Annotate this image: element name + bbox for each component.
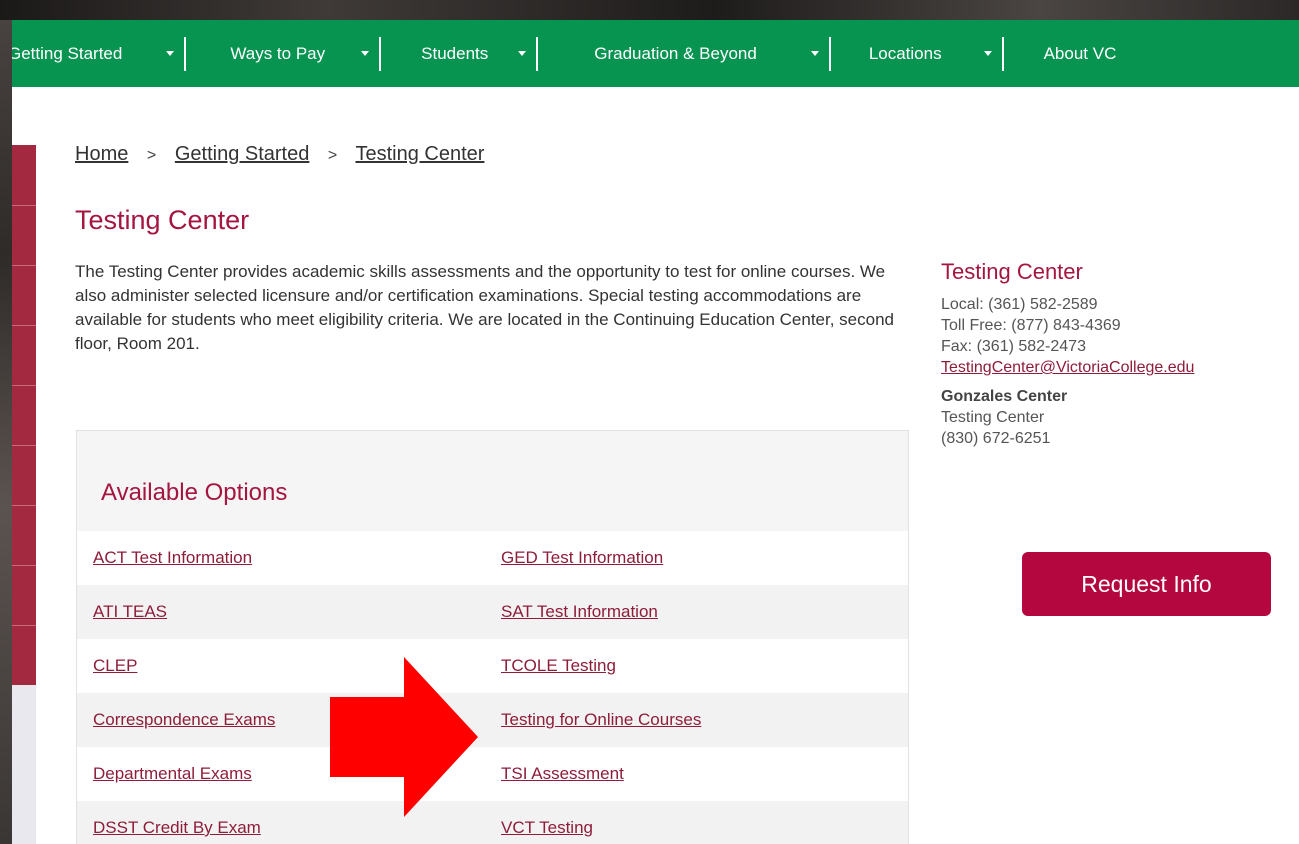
table-cell: GED Test Information	[485, 548, 893, 568]
menu-divider	[12, 385, 36, 386]
table-row: CLEP TCOLE Testing	[77, 639, 908, 693]
gonzales-phone: (830) 672-6251	[941, 430, 1051, 447]
chevron-down-icon[interactable]	[361, 51, 370, 56]
chevron-down-icon[interactable]	[166, 51, 175, 56]
contact-sidebar: Testing Center Local: (361) 582-2589 Tol…	[941, 258, 1299, 449]
table-row: Departmental Exams TSI Assessment	[77, 747, 908, 801]
option-link-correspondence[interactable]: Correspondence Exams	[93, 710, 275, 729]
nav-label: About VC	[1043, 43, 1117, 63]
background-top-strip	[0, 0, 1299, 20]
main-navigation: Getting Started Ways to Pay Students Gra…	[12, 20, 1299, 87]
page-title: Testing Center	[75, 205, 250, 235]
nav-label: Students	[421, 43, 489, 63]
contact-title: Testing Center	[941, 259, 1083, 284]
email-link[interactable]: TestingCenter@VictoriaCollege.edu	[941, 359, 1194, 376]
option-link-vct[interactable]: VCT Testing	[501, 818, 593, 837]
option-link-departmental[interactable]: Departmental Exams	[93, 764, 252, 783]
fax-number: Fax: (361) 582-2473	[941, 338, 1086, 355]
nav-item-graduation-beyond[interactable]: Graduation & Beyond	[538, 20, 831, 87]
intro-paragraph: The Testing Center provides academic ski…	[75, 262, 894, 353]
nav-item-ways-to-pay[interactable]: Ways to Pay	[186, 20, 382, 87]
left-side-menu	[12, 145, 36, 685]
option-link-clep[interactable]: CLEP	[93, 656, 137, 675]
option-link-act[interactable]: ACT Test Information	[93, 548, 252, 567]
option-link-ati-teas[interactable]: ATI TEAS	[93, 602, 167, 621]
chevron-down-icon[interactable]	[518, 51, 527, 56]
toll-free-phone: Toll Free: (877) 843-4369	[941, 317, 1121, 334]
available-options-heading: Available Options	[101, 479, 288, 506]
option-link-tcole[interactable]: TCOLE Testing	[501, 656, 616, 675]
nav-label: Ways to Pay	[230, 43, 326, 63]
table-cell: DSST Credit By Exam	[77, 818, 485, 838]
option-link-tsi[interactable]: TSI Assessment	[501, 764, 624, 783]
nav-label: Locations	[868, 43, 942, 63]
menu-divider	[12, 265, 36, 266]
gonzales-center-title: Gonzales Center	[941, 388, 1068, 405]
menu-divider	[12, 625, 36, 626]
available-options-panel: Available Options ACT Test Information G…	[76, 430, 909, 844]
background-left-edge	[0, 0, 12, 844]
table-cell: ACT Test Information	[77, 548, 485, 568]
nav-item-students[interactable]: Students	[381, 20, 539, 87]
table-cell: TSI Assessment	[485, 764, 893, 784]
table-row: DSST Credit By Exam VCT Testing	[77, 801, 908, 844]
table-row: ATI TEAS SAT Test Information	[77, 585, 908, 639]
breadcrumb-separator: >	[327, 147, 338, 164]
menu-divider	[12, 205, 36, 206]
chevron-down-icon[interactable]	[983, 51, 992, 56]
request-info-button[interactable]: Request Info	[1022, 552, 1271, 616]
breadcrumb-separator: >	[146, 147, 157, 164]
gonzales-center-subtitle: Testing Center	[941, 409, 1045, 426]
menu-divider	[12, 565, 36, 566]
menu-divider	[12, 505, 36, 506]
breadcrumb: Home > Getting Started > Testing Center	[75, 143, 484, 166]
left-menu-bottom	[12, 685, 36, 844]
table-cell: SAT Test Information	[485, 602, 893, 622]
breadcrumb-getting-started[interactable]: Getting Started	[175, 143, 310, 165]
web-page: Getting Started Ways to Pay Students Gra…	[12, 20, 1299, 844]
nav-item-getting-started[interactable]: Getting Started	[12, 20, 187, 87]
nav-label: Graduation & Beyond	[594, 43, 757, 63]
table-row: Correspondence Exams Testing for Online …	[77, 693, 908, 747]
menu-divider	[12, 445, 36, 446]
arrow-shape	[330, 657, 478, 817]
breadcrumb-home[interactable]: Home	[75, 143, 128, 165]
nav-item-locations[interactable]: Locations	[831, 20, 1004, 87]
table-cell: Testing for Online Courses	[485, 710, 893, 730]
chevron-down-icon[interactable]	[810, 51, 819, 56]
table-cell: ATI TEAS	[77, 602, 485, 622]
option-link-sat[interactable]: SAT Test Information	[501, 602, 658, 621]
local-phone: Local: (361) 582-2589	[941, 296, 1098, 313]
options-table: ACT Test Information GED Test Informatio…	[77, 531, 908, 844]
option-link-online-courses[interactable]: Testing for Online Courses	[501, 710, 701, 729]
nav-label: Getting Started	[12, 43, 123, 63]
option-link-dsst[interactable]: DSST Credit By Exam	[93, 818, 261, 837]
table-row: ACT Test Information GED Test Informatio…	[77, 531, 908, 585]
red-arrow-annotation-icon	[330, 657, 478, 817]
nav-item-about[interactable]: About VC	[1004, 20, 1117, 87]
table-cell: TCOLE Testing	[485, 656, 893, 676]
menu-divider	[12, 325, 36, 326]
table-cell: VCT Testing	[485, 818, 893, 838]
breadcrumb-testing-center[interactable]: Testing Center	[355, 143, 484, 165]
option-link-ged[interactable]: GED Test Information	[501, 548, 663, 567]
